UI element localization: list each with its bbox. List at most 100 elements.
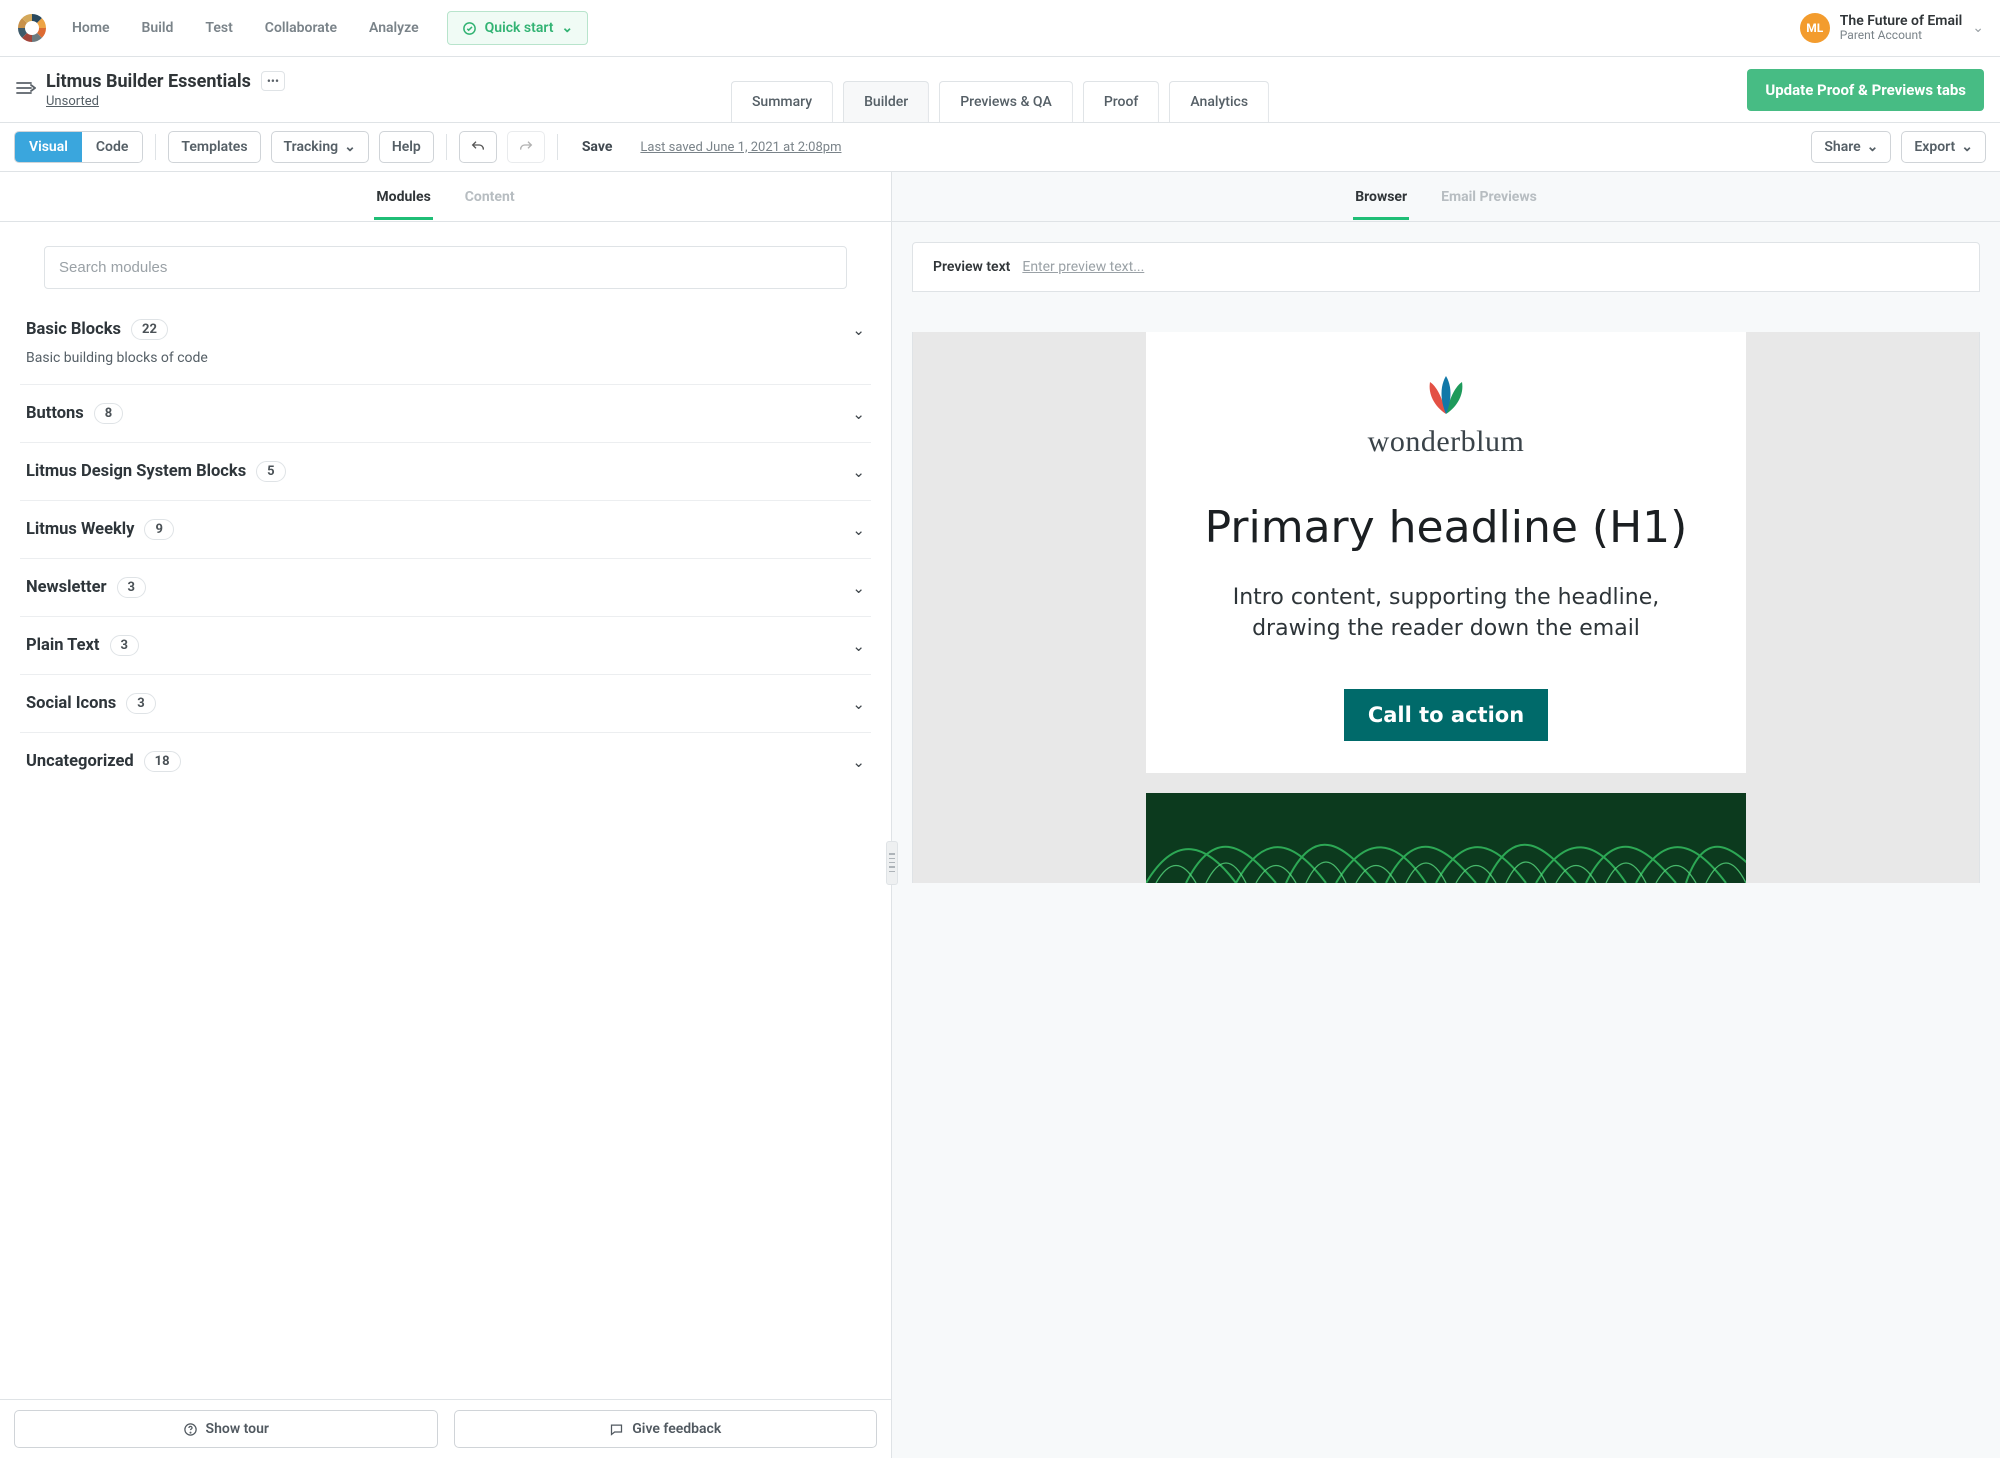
count-badge: 3: [110, 635, 139, 656]
account-sub: Parent Account: [1840, 29, 1962, 43]
brand-name: wonderblum: [1186, 425, 1706, 459]
preview-tabs: Browser Email Previews: [892, 172, 2000, 222]
module-group[interactable]: Social Icons3⌄: [20, 675, 871, 733]
pane-splitter[interactable]: [886, 841, 898, 885]
module-group[interactable]: Plain Text 3 ⌄: [20, 617, 871, 675]
tab-modules[interactable]: Modules: [374, 175, 432, 219]
right-pane: Browser Email Previews Preview text Ente…: [892, 172, 2000, 1458]
tab-proof[interactable]: Proof: [1083, 81, 1160, 122]
chevron-down-icon: ⌄: [561, 20, 573, 36]
tab-previews-qa[interactable]: Previews & QA: [939, 81, 1073, 122]
module-group-name: Litmus Design System Blocks: [26, 462, 246, 481]
chevron-down-icon: ⌄: [344, 139, 356, 155]
tab-browser[interactable]: Browser: [1353, 175, 1409, 219]
account-name: The Future of Email: [1840, 13, 1962, 29]
chevron-down-icon: ⌄: [852, 405, 865, 423]
tab-analytics[interactable]: Analytics: [1169, 81, 1269, 122]
project-actions-button[interactable]: •••: [261, 71, 285, 91]
chat-icon: [609, 1422, 624, 1437]
left-tabs: Modules Content: [0, 172, 891, 222]
module-group[interactable]: Uncategorized 18 ⌄: [20, 733, 871, 790]
module-group-desc: Basic building blocks of code: [26, 350, 865, 366]
top-nav: Home Build Test Collaborate Analyze Quic…: [0, 0, 2000, 57]
give-feedback-button[interactable]: Give feedback: [454, 1410, 878, 1448]
nav-build[interactable]: Build: [142, 20, 174, 36]
module-group-name: Plain Text: [26, 636, 100, 655]
count-badge: 18: [144, 751, 181, 772]
avatar: ML: [1800, 13, 1830, 43]
nav-collaborate[interactable]: Collaborate: [265, 20, 337, 36]
email-canvas[interactable]: wonderblum Primary headline (H1) Intro c…: [892, 312, 2000, 1458]
email-intro: Intro content, supporting the headline, …: [1186, 582, 1706, 646]
nav-analyze[interactable]: Analyze: [369, 20, 419, 36]
check-circle-icon: [462, 21, 477, 36]
left-pane: Modules Content Basic Blocks 22 ⌄ Basic bu…: [0, 172, 892, 1458]
help-button[interactable]: Help: [379, 131, 434, 163]
brand-logo: [1416, 372, 1476, 421]
help-circle-icon: [183, 1422, 198, 1437]
view-mode-segment: Visual Code: [14, 131, 143, 163]
workspace: Modules Content Basic Blocks 22 ⌄ Basic bu…: [0, 172, 2000, 1458]
count-badge: 22: [131, 319, 168, 340]
module-group[interactable]: Basic Blocks 22 ⌄ Basic building blocks of…: [20, 301, 871, 385]
code-mode-button[interactable]: Code: [82, 132, 143, 162]
module-list[interactable]: Basic Blocks 22 ⌄ Basic building blocks of…: [0, 301, 891, 1399]
project-folder-link[interactable]: Unsorted: [46, 94, 285, 109]
count-badge: 3: [117, 577, 146, 598]
redo-button[interactable]: [507, 131, 545, 163]
count-badge: 3: [126, 693, 155, 714]
project-title: Litmus Builder Essentials: [46, 71, 251, 92]
templates-button[interactable]: Templates: [168, 131, 260, 163]
chevron-down-icon: ⌄: [852, 753, 865, 771]
quick-start-button[interactable]: Quick start ⌄: [447, 11, 589, 45]
count-badge: 8: [94, 403, 123, 424]
chevron-down-icon: ⌄: [1867, 139, 1879, 155]
module-group[interactable]: Buttons8⌄: [20, 385, 871, 443]
export-button[interactable]: Export⌄: [1901, 131, 1986, 163]
undo-button[interactable]: [459, 131, 497, 163]
ellipsis-icon: •••: [267, 74, 279, 88]
account-menu[interactable]: ML The Future of Email Parent Account ⌄: [1800, 13, 1984, 43]
module-group-name: Litmus Weekly: [26, 520, 134, 539]
share-button[interactable]: Share⌄: [1811, 131, 1891, 163]
chevron-down-icon: ⌄: [852, 321, 865, 339]
builder-toolbar: Visual Code Templates Tracking⌄ Help Sav…: [0, 123, 2000, 172]
sidebar-toggle-icon[interactable]: [16, 80, 36, 100]
nav-links: Home Build Test Collaborate Analyze: [72, 20, 419, 36]
count-badge: 9: [144, 519, 173, 540]
undo-icon: [470, 139, 486, 155]
chevron-down-icon: ⌄: [852, 695, 865, 713]
tab-content[interactable]: Content: [463, 175, 517, 219]
litmus-logo[interactable]: [16, 12, 48, 44]
email-hero-image: [1146, 793, 1746, 883]
chevron-down-icon: ⌄: [852, 637, 865, 655]
save-button[interactable]: Save: [570, 132, 625, 162]
search-modules-input[interactable]: [44, 246, 847, 289]
left-footer: Show tour Give feedback: [0, 1399, 891, 1458]
chevron-down-icon: ⌄: [852, 463, 865, 481]
email-body: wonderblum Primary headline (H1) Intro c…: [1146, 332, 1746, 773]
preview-text-label: Preview text: [933, 259, 1010, 275]
preview-text-input[interactable]: Enter preview text...: [1022, 259, 1144, 275]
module-group-name: Uncategorized: [26, 752, 134, 771]
show-tour-button[interactable]: Show tour: [14, 1410, 438, 1448]
email-cta-button[interactable]: Call to action: [1344, 689, 1548, 741]
module-group-name: Basic Blocks: [26, 320, 121, 339]
update-previews-button[interactable]: Update Proof & Previews tabs: [1747, 69, 1984, 111]
preview-text-bar: Preview text Enter preview text...: [912, 242, 1980, 292]
count-badge: 5: [256, 461, 285, 482]
tracking-button[interactable]: Tracking⌄: [271, 131, 369, 163]
nav-home[interactable]: Home: [72, 20, 110, 36]
chevron-down-icon: ⌄: [852, 521, 865, 539]
chevron-down-icon: ⌄: [1972, 20, 1984, 36]
tab-builder[interactable]: Builder: [843, 81, 929, 122]
redo-icon: [518, 139, 534, 155]
visual-mode-button[interactable]: Visual: [15, 132, 82, 162]
tab-summary[interactable]: Summary: [731, 81, 833, 122]
module-group[interactable]: Litmus Weekly 9 ⌄: [20, 501, 871, 559]
module-group-name: Newsletter: [26, 578, 107, 597]
module-group[interactable]: Litmus Design System Blocks 5 ⌄: [20, 443, 871, 501]
tab-email-previews[interactable]: Email Previews: [1439, 175, 1539, 219]
nav-test[interactable]: Test: [205, 20, 232, 36]
module-group[interactable]: Newsletter3⌄: [20, 559, 871, 617]
